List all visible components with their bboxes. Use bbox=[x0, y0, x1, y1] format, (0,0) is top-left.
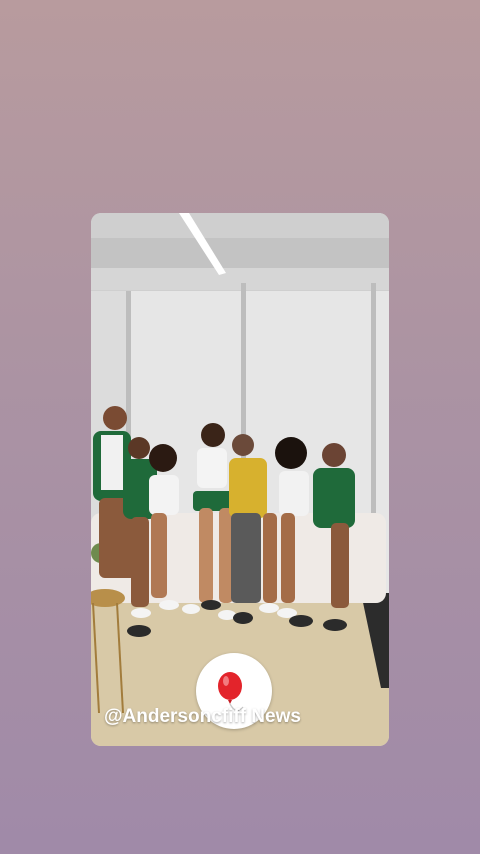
mention-label[interactable]: @Andersoncfiff News bbox=[104, 706, 364, 728]
